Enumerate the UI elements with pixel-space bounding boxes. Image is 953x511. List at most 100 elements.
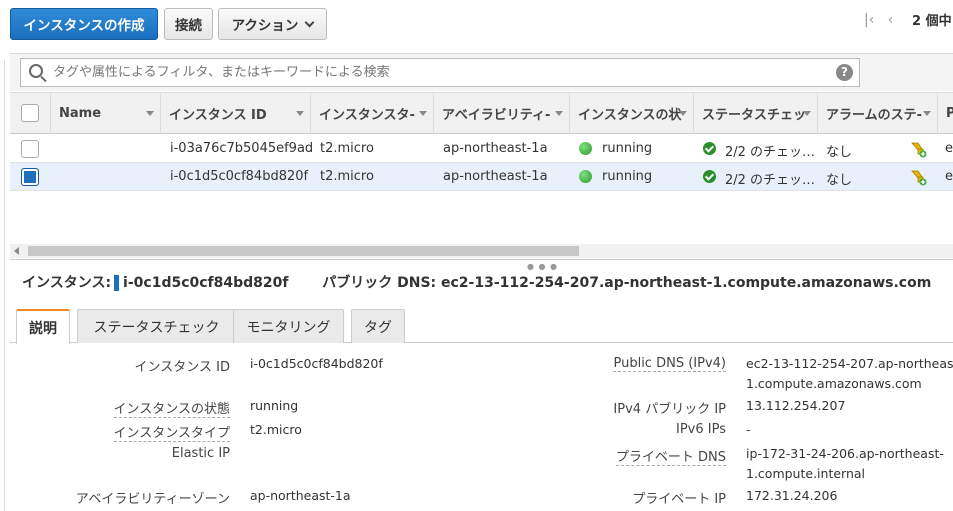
cell-status-check[interactable]: 2/2 のチェッ… <box>725 141 815 160</box>
public-dns-label: パブリック DNS: <box>322 275 437 291</box>
search-box[interactable]: ? <box>20 58 860 87</box>
column-label: インスタンスの状 <box>578 108 682 123</box>
tab-label: ステータスチェック <box>93 319 220 336</box>
column-label: ステータスチェッ <box>702 108 807 123</box>
check-ok-icon <box>703 170 716 183</box>
value-private-dns-line1: ip-172-31-24-206.ap-northeast- <box>746 446 944 461</box>
create-instance-label: インスタンスの作成 <box>23 18 145 34</box>
label-elastic-ip: Elastic IP <box>171 446 230 461</box>
tab-tags[interactable]: タグ <box>351 309 405 343</box>
create-alarm-icon[interactable] <box>909 168 927 186</box>
running-status-icon <box>579 142 592 155</box>
value-availability-zone: ap-northeast-1a <box>250 488 351 503</box>
cell-instance-state: running <box>602 141 653 156</box>
label-availability-zone: アベイラビリティーゾーン <box>75 492 230 507</box>
sort-icon <box>555 111 563 116</box>
value-public-dns-line2: 1.compute.amazonaws.com <box>746 376 922 391</box>
tab-status-check[interactable]: ステータスチェック <box>77 309 236 343</box>
selected-instance-id: i-0c1d5c0cf84bd820f <box>123 275 289 291</box>
row-checkbox[interactable] <box>21 168 39 186</box>
actions-button[interactable]: アクション <box>218 8 327 40</box>
search-icon <box>29 64 43 78</box>
create-instance-button[interactable]: インスタンスの作成 <box>10 8 158 40</box>
value-instance-state: running <box>250 398 299 413</box>
column-label: インスタンス ID <box>169 108 267 123</box>
tab-monitoring[interactable]: モニタリング <box>233 309 344 343</box>
tab-label: モニタリング <box>246 319 331 336</box>
create-alarm-icon[interactable] <box>909 140 927 158</box>
pager-nav: |‹ ‹ <box>864 12 893 28</box>
scroll-left-icon[interactable] <box>14 247 19 255</box>
selection-marker <box>114 275 120 291</box>
drag-handle-icon[interactable]: ● ● ● <box>527 262 558 271</box>
tab-description[interactable]: 説明 <box>16 309 70 344</box>
table-row[interactable]: i-0c1d5c0cf84bd820f t2.micro ap-northeas… <box>10 163 953 191</box>
row-checkbox[interactable] <box>21 140 39 158</box>
value-instance-id: i-0c1d5c0cf84bd820f <box>250 356 383 371</box>
cell-instance-type: t2.micro <box>320 141 374 156</box>
value-public-dns-line1: ec2-13-112-254-207.ap-northeast- <box>746 356 953 371</box>
label-ipv6-ips: IPv6 IPs <box>676 422 726 437</box>
select-all-checkbox[interactable] <box>21 104 39 122</box>
sort-icon <box>296 111 304 116</box>
prev-page-icon[interactable]: ‹ <box>888 12 894 28</box>
label-public-dns: Public DNS (IPv4) <box>613 356 726 372</box>
filter-bar: ? <box>10 53 953 91</box>
left-border <box>4 60 5 511</box>
value-private-ip: 172.31.24.206 <box>746 488 838 503</box>
tab-label: タグ <box>364 319 392 336</box>
column-instance-state[interactable]: インスタンスの状 <box>569 93 693 134</box>
sort-icon <box>679 111 687 116</box>
cell-availability-zone: ap-northeast-1a <box>443 169 548 184</box>
value-ipv6-ips: - <box>746 422 751 437</box>
column-label: アラームのステ- <box>826 108 923 123</box>
column-instance-id[interactable]: インスタンス ID <box>160 93 310 134</box>
sort-icon <box>803 111 811 116</box>
pane-splitter[interactable] <box>10 259 953 263</box>
cell-public-dns: ec <box>945 141 953 156</box>
cell-status-check[interactable]: 2/2 のチェッ… <box>725 169 815 188</box>
cell-instance-type: t2.micro <box>320 169 374 184</box>
label-ipv4-public-ip: IPv4 パブリック IP <box>613 402 726 417</box>
label-instance-state: インスタンスの状態 <box>113 398 230 418</box>
cell-public-dns: e <box>945 169 953 184</box>
help-icon[interactable]: ? <box>836 64 853 81</box>
column-instance-type[interactable]: インスタンスタ- <box>310 93 433 134</box>
value-ipv4-public-ip: 13.112.254.207 <box>746 398 846 413</box>
sort-icon <box>923 111 931 116</box>
connect-button[interactable]: 接続 <box>164 8 213 40</box>
cell-instance-id: i-0c1d5c0cf84bd820f <box>170 169 309 184</box>
table-header: Name インスタンス ID インスタンスタ- アベイラビリティ- インスタンス… <box>10 92 953 134</box>
instance-label: インスタンス: <box>22 275 112 291</box>
column-public-dns[interactable]: P <box>937 93 953 134</box>
column-label: P <box>946 106 953 121</box>
running-status-icon <box>579 170 592 183</box>
detail-tabs: 説明 ステータスチェック モニタリング タグ <box>10 309 953 344</box>
column-alarm-status[interactable]: アラームのステ- <box>817 93 937 134</box>
pager-count: 2 個中 <box>912 14 952 29</box>
column-name[interactable]: Name <box>50 93 160 134</box>
detail-header: インスタンス: i-0c1d5c0cf84bd820f パブリック DNS: ec… <box>22 272 931 292</box>
search-input[interactable] <box>51 62 821 83</box>
first-page-icon[interactable]: |‹ <box>864 12 874 28</box>
sort-icon <box>146 111 154 116</box>
column-label: Name <box>59 106 102 121</box>
label-private-dns: プライベート DNS <box>615 446 726 466</box>
cell-instance-id: i-03a76c7b5045ef9ad <box>170 141 314 156</box>
horizontal-scrollbar[interactable] <box>10 244 953 258</box>
cell-availability-zone: ap-northeast-1a <box>443 141 548 156</box>
chevron-down-icon <box>304 17 315 27</box>
check-ok-icon <box>703 142 716 155</box>
column-status-check[interactable]: ステータスチェッ <box>693 93 817 134</box>
cell-instance-state: running <box>602 169 653 184</box>
scrollbar-thumb[interactable] <box>28 246 579 256</box>
label-instance-type: インスタンスタイプ <box>113 422 230 442</box>
label-instance-id: インスタンス ID <box>134 360 230 375</box>
column-availability-zone[interactable]: アベイラビリティ- <box>433 93 569 134</box>
table-row[interactable]: i-03a76c7b5045ef9ad t2.micro ap-northeas… <box>10 135 953 163</box>
public-dns-value: ec2-13-112-254-207.ap-northeast-1.comput… <box>441 275 932 291</box>
column-label: アベイラビリティ- <box>442 108 551 123</box>
cell-alarm-status: なし <box>826 145 853 160</box>
sort-icon <box>419 111 427 116</box>
label-private-ip: プライベート IP <box>632 492 726 507</box>
